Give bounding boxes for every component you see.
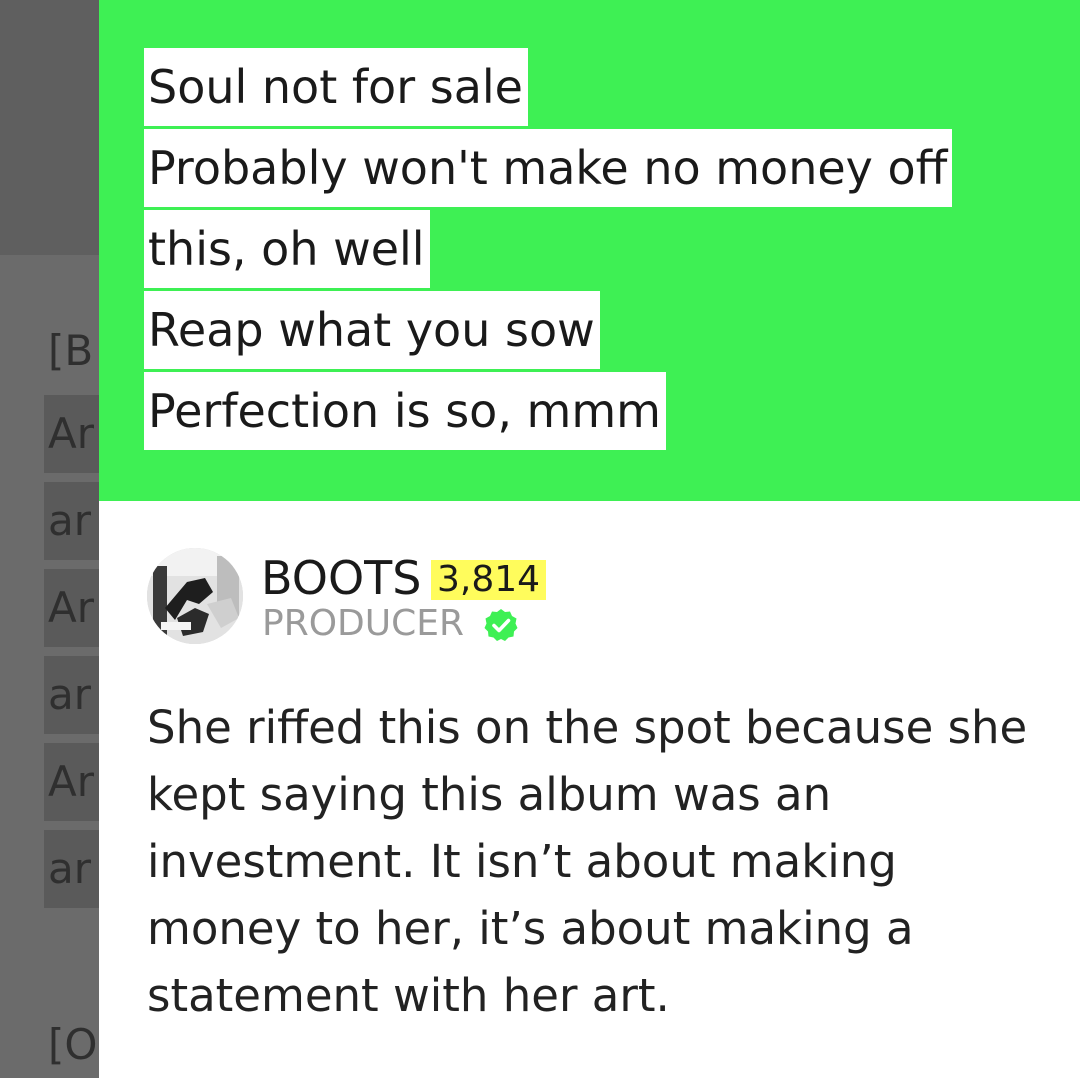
annotation-popup: Soul not for sale Probably won't make no… xyxy=(99,0,1080,1078)
lyric-line: Probably won't make no money off xyxy=(144,129,953,207)
lyric-line: Reap what you sow xyxy=(144,291,600,369)
annotation-body: She riffed this on the spot because she … xyxy=(147,701,1028,1022)
lyrics-page: [B Ar ar Ar ar Ar ar [O Soul not for sal… xyxy=(0,0,1080,1078)
lyric-line: Soul not for sale xyxy=(144,48,528,126)
lyric-line: this, oh well xyxy=(144,210,430,288)
author-name[interactable]: BOOTS xyxy=(261,552,421,604)
highlighted-lyric-block: Soul not for sale Probably won't make no… xyxy=(99,0,1080,501)
avatar[interactable] xyxy=(147,548,243,644)
author-role: PRODUCER xyxy=(262,603,465,644)
avatar-image-icon xyxy=(147,548,243,644)
iq-badge: 3,814 xyxy=(431,560,547,600)
verified-check-icon xyxy=(484,609,518,641)
background-section-header: [B xyxy=(48,326,94,375)
background-section-header: [O xyxy=(48,1020,98,1069)
lyric-line: Perfection is so, mmm xyxy=(144,372,666,450)
